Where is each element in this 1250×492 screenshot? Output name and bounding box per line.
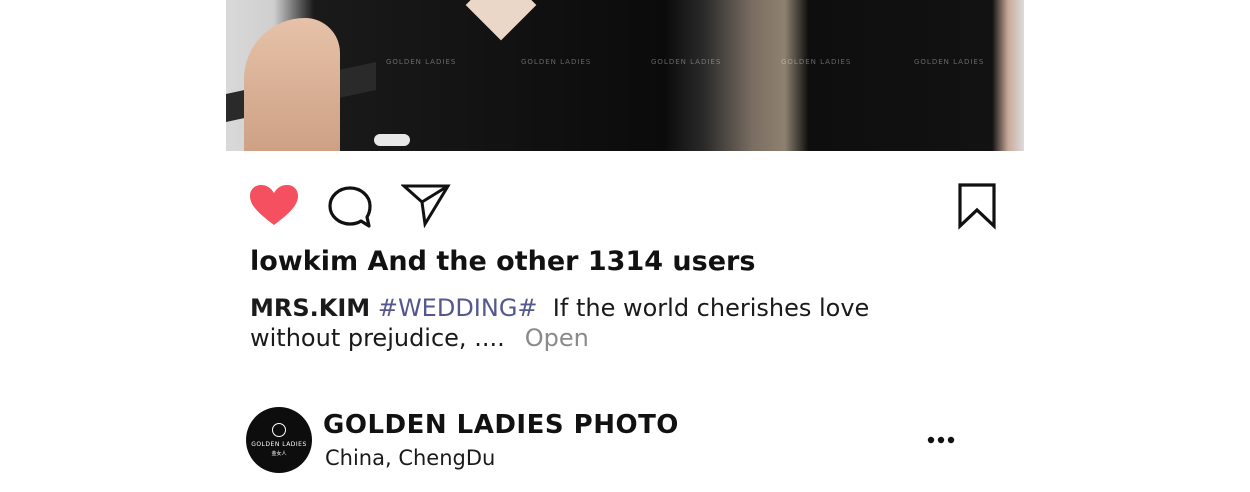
bookmark-button[interactable] (957, 182, 997, 230)
more-options-button[interactable] (924, 426, 958, 452)
photo-bracelet (374, 134, 410, 146)
likes-summary[interactable]: lowkim And the other 1314 users (250, 246, 755, 277)
avatar-brand-text: GOLDEN LADIES (251, 441, 307, 448)
avatar[interactable]: GOLDEN LADIES 金女人 (246, 407, 312, 473)
bookmark-icon (958, 183, 996, 230)
photo-watermark: GOLDEN LADIES (914, 58, 985, 66)
profile-location[interactable]: China, ChengDu (325, 446, 495, 470)
caption-author[interactable]: MRS.KIM (250, 294, 370, 322)
caption-hashtag[interactable]: #WEDDING# (378, 294, 538, 322)
photo-arm (244, 18, 340, 151)
photo-watermark: GOLDEN LADIES (651, 58, 722, 66)
brand-logo-icon (272, 423, 286, 437)
photo-watermark: GOLDEN LADIES (386, 58, 457, 66)
more-dots-icon (927, 436, 955, 444)
avatar-brand-subtext: 金女人 (271, 451, 287, 457)
photo-watermark: GOLDEN LADIES (781, 58, 852, 66)
post-photo[interactable]: GOLDEN LADIES GOLDEN LADIES GOLDEN LADIE… (226, 0, 1024, 151)
photo-neckline (465, 0, 537, 41)
speech-bubble-icon (328, 186, 372, 228)
comment-button[interactable] (326, 184, 374, 230)
heart-filled-icon (250, 185, 298, 225)
photo-watermark: GOLDEN LADIES (521, 58, 592, 66)
share-button[interactable] (400, 182, 451, 229)
paper-plane-icon (400, 184, 451, 229)
profile-name[interactable]: GOLDEN LADIES PHOTO (323, 410, 679, 440)
like-button[interactable] (248, 183, 300, 229)
caption-open-link[interactable]: Open (525, 324, 589, 352)
post-caption: MRS.KIM #WEDDING# If the world cherishes… (250, 293, 950, 353)
